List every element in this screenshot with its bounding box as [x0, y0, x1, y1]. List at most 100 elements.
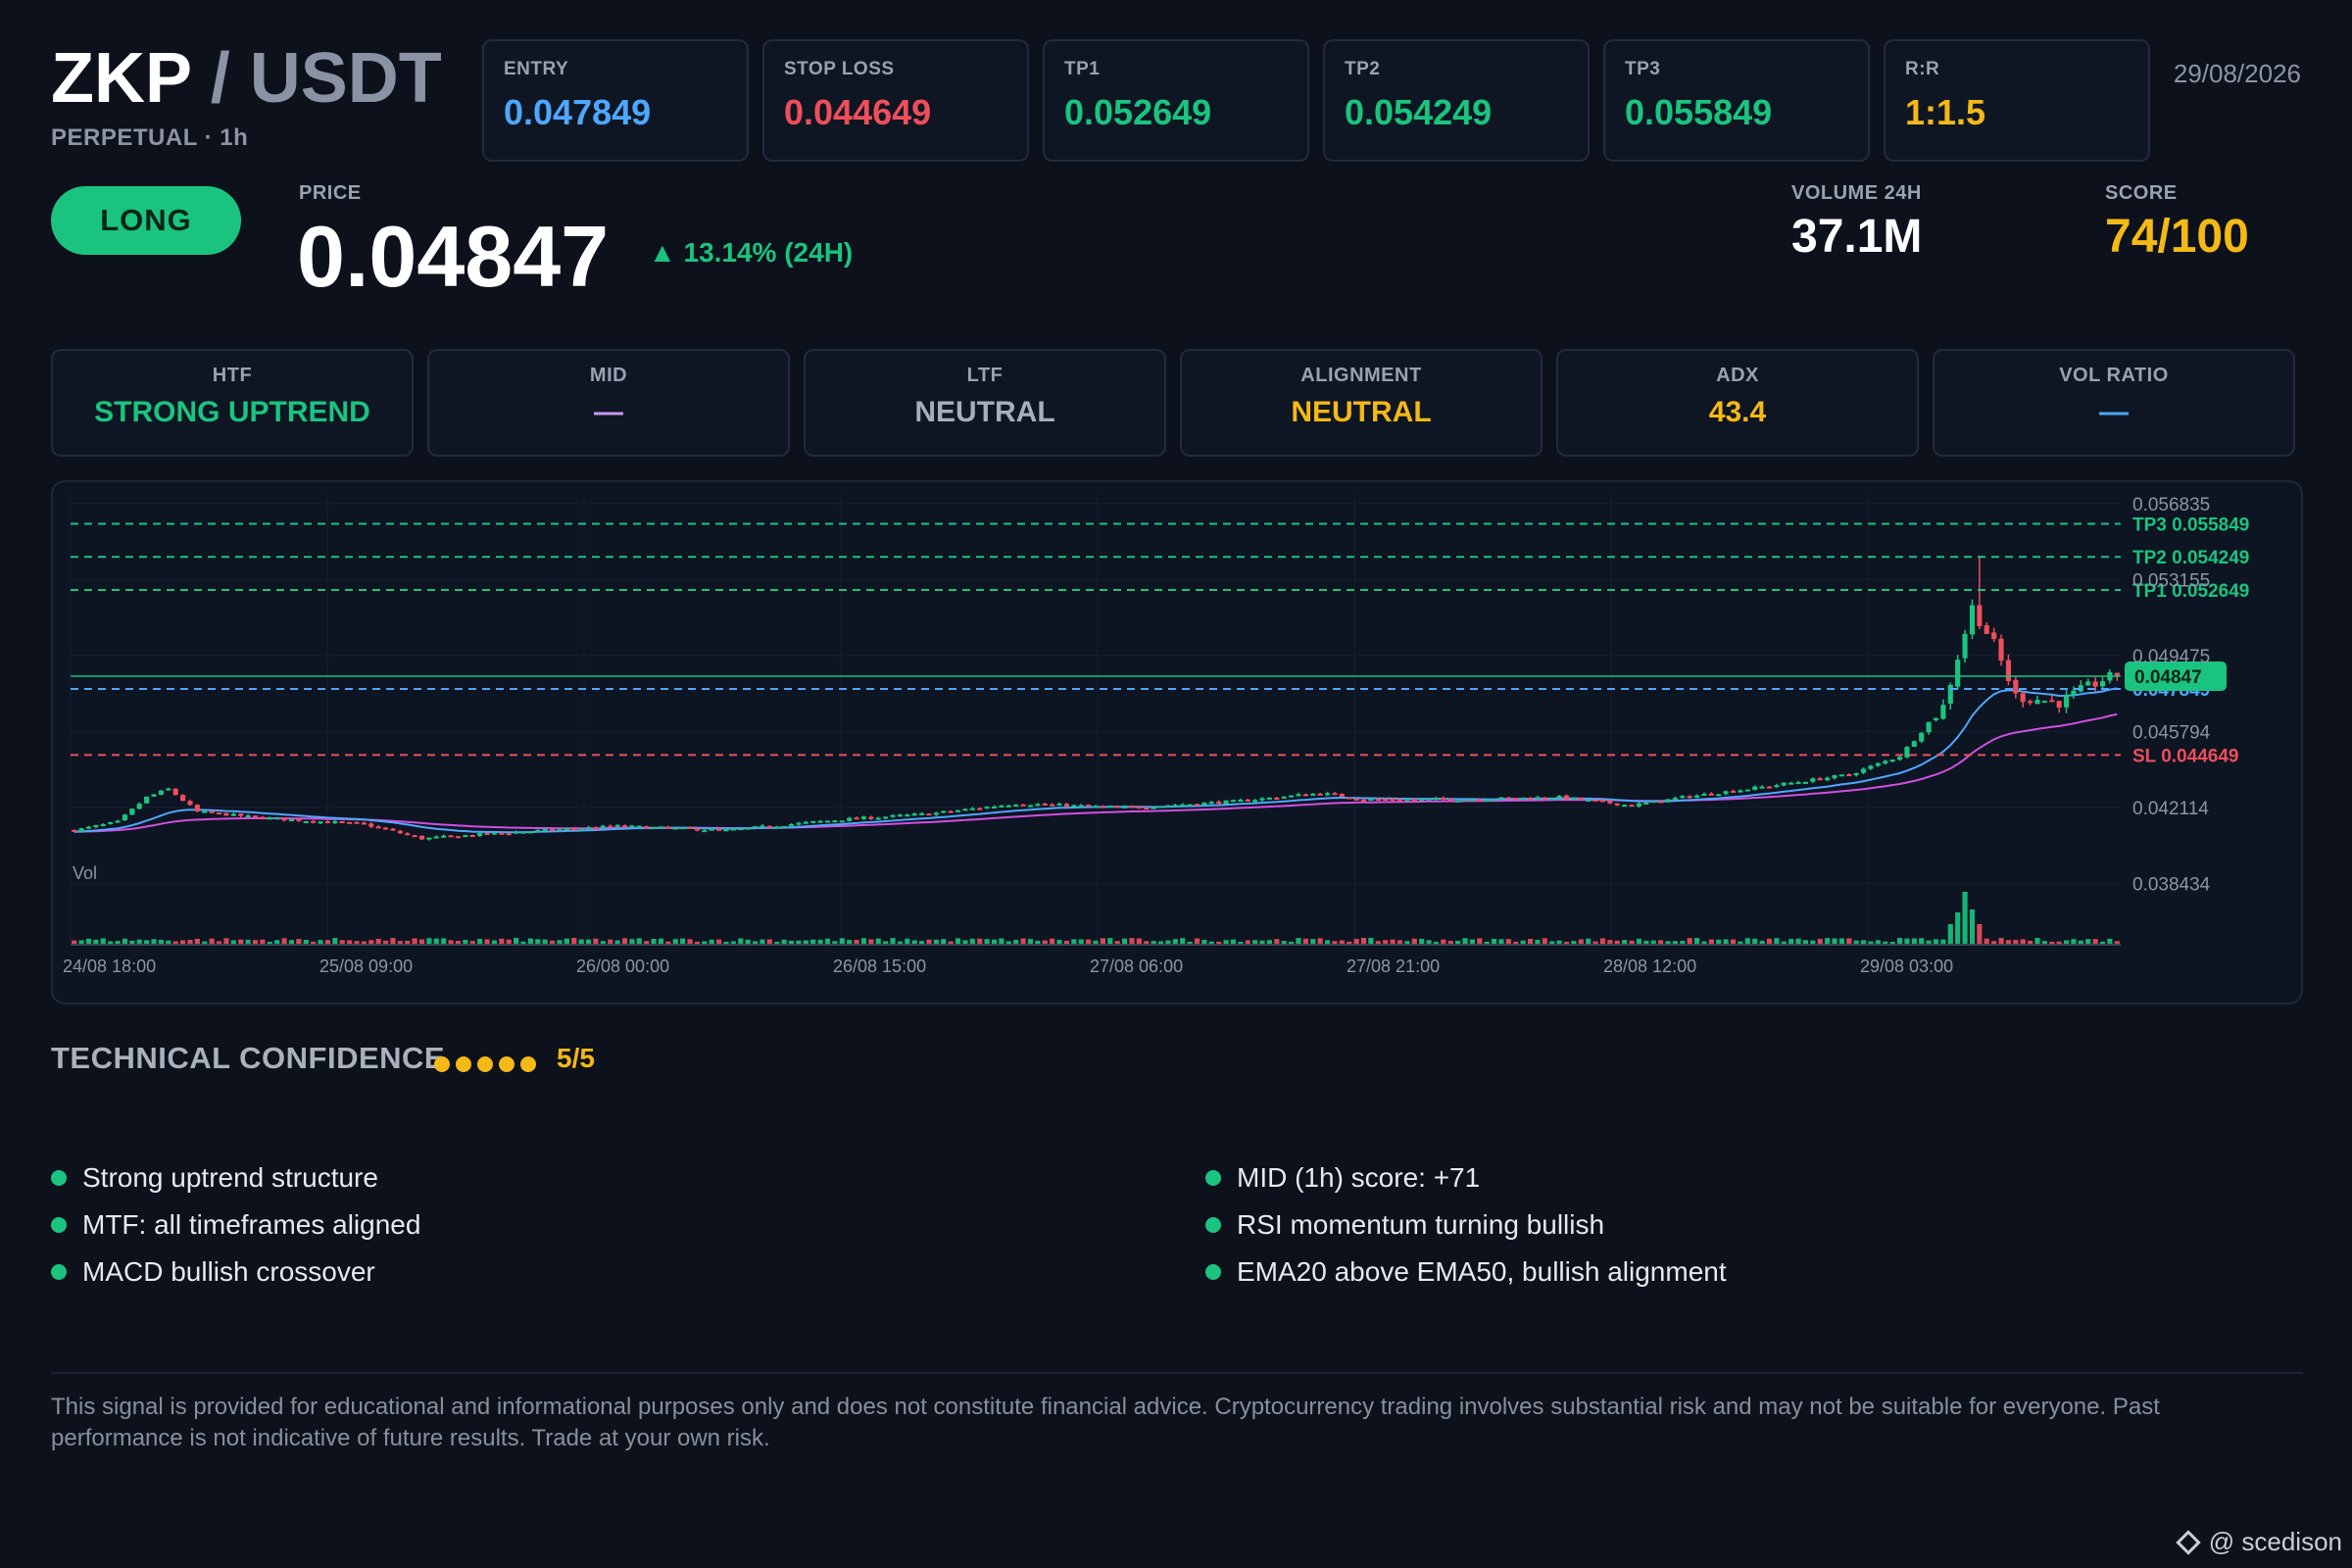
candle-body: [1187, 804, 1193, 807]
candle-body: [1216, 801, 1222, 805]
indicator-value: —: [2099, 396, 2129, 428]
candle-body: [1723, 791, 1729, 795]
candle-body: [817, 820, 823, 823]
candle-body: [332, 820, 338, 823]
candle-body: [926, 813, 932, 816]
candle-body: [1665, 799, 1671, 803]
bullet-dot-icon: [51, 1170, 67, 1186]
candle-body: [1911, 741, 1917, 747]
candle-body: [672, 827, 678, 830]
volume-bar: [1368, 938, 1374, 945]
reason-text: RSI momentum turning bullish: [1237, 1209, 1605, 1240]
candle-body: [288, 818, 295, 821]
candle-body: [839, 820, 845, 823]
candle-body: [1846, 774, 1852, 777]
candle-body: [1781, 782, 1787, 786]
level-card-tp3: TP3 0.055849: [1603, 39, 1870, 162]
candle-body: [382, 827, 389, 830]
volume-bar: [1969, 909, 1976, 945]
volume-bar: [1180, 938, 1186, 945]
candle-body: [179, 795, 186, 802]
candle-body: [1795, 782, 1801, 785]
indicator-ltf: LTF NEUTRAL: [804, 349, 1166, 457]
candle-body: [303, 821, 309, 824]
candle-body: [1281, 796, 1287, 799]
candle-body: [1817, 778, 1823, 781]
candle-body: [1838, 774, 1844, 777]
volume-bar: [1825, 938, 1831, 945]
candle-body: [962, 808, 968, 811]
candle-body: [977, 808, 983, 810]
candle-body: [1650, 801, 1656, 804]
candle-body: [1802, 781, 1809, 784]
indicator-value: —: [594, 396, 623, 428]
price-chart[interactable]: TP3 0.055849TP2 0.054249TP1 0.0526490.04…: [51, 480, 2303, 1004]
score-label: SCORE: [2105, 182, 2178, 204]
candle-body: [216, 812, 222, 815]
long-badge: LONG: [51, 186, 241, 255]
logo-diamond-icon: [2176, 1529, 2201, 1555]
candle-body: [738, 828, 744, 831]
pair-separator: /: [190, 39, 250, 118]
candle-body: [274, 817, 280, 820]
candle-body: [418, 835, 425, 840]
candle-body: [730, 828, 736, 831]
candle-body: [1157, 806, 1164, 808]
candle-body: [469, 835, 475, 838]
candle-body: [911, 813, 917, 816]
candle-body: [1469, 799, 1475, 802]
level-value: 0.047849: [504, 92, 652, 132]
candle-body: [2020, 693, 2026, 703]
reason-text: Strong uptrend structure: [82, 1162, 378, 1193]
candle-body: [644, 826, 650, 829]
candle-body: [368, 823, 374, 827]
candle-body: [1042, 804, 1048, 807]
candle-body: [1825, 777, 1831, 781]
volume-bar: [1919, 938, 1925, 945]
candle-body: [455, 836, 462, 839]
candle-body: [1100, 806, 1105, 808]
candle-body: [665, 826, 671, 829]
candle-body: [2013, 679, 2019, 694]
candle-body: [78, 828, 84, 832]
candle-body: [578, 828, 584, 831]
bullet-dot-icon: [51, 1217, 67, 1233]
candle-body: [1462, 799, 1468, 802]
candle-body: [375, 826, 381, 829]
candle-body: [933, 812, 939, 815]
volume-bar: [1687, 938, 1692, 945]
watermark: @ scedison: [2176, 1527, 2342, 1557]
candle-body: [1396, 799, 1403, 802]
volume-label: Vol: [73, 863, 97, 883]
volume-bar: [1296, 938, 1301, 945]
candle-body: [85, 826, 92, 829]
candle-body: [1883, 760, 1888, 764]
candle-body: [1969, 605, 1976, 635]
indicator-alignment: ALIGNMENT NEUTRAL: [1180, 349, 1543, 457]
candle-body: [557, 829, 563, 832]
ema20-line: [74, 687, 2118, 834]
level-line-label: SL 0.044649: [2132, 746, 2238, 766]
candle-body: [1947, 684, 1953, 704]
chart-canvas: TP3 0.055849TP2 0.054249TP1 0.0526490.04…: [63, 494, 2249, 976]
candle-body: [621, 825, 628, 828]
candle-body: [1107, 806, 1113, 808]
candle-body: [1144, 808, 1150, 810]
indicator-value: NEUTRAL: [914, 396, 1055, 428]
candle-body: [1266, 797, 1273, 800]
volume-bar: [1107, 938, 1113, 945]
level-card-entry: ENTRY 0.047849: [482, 39, 749, 162]
candle-body: [2099, 681, 2106, 687]
candle-body: [1411, 799, 1417, 802]
candle-body: [991, 807, 998, 809]
candle-body: [1520, 797, 1526, 800]
candle-body: [854, 817, 859, 820]
volume-bar: [1955, 912, 1961, 945]
candle-body: [1201, 802, 1207, 806]
y-tick-label: 0.053155: [2132, 570, 2210, 591]
volume-bar: [514, 938, 519, 945]
candle-body: [723, 829, 729, 832]
candle-body: [955, 809, 961, 812]
candle-body: [1050, 804, 1055, 807]
candle-body: [1121, 806, 1128, 808]
